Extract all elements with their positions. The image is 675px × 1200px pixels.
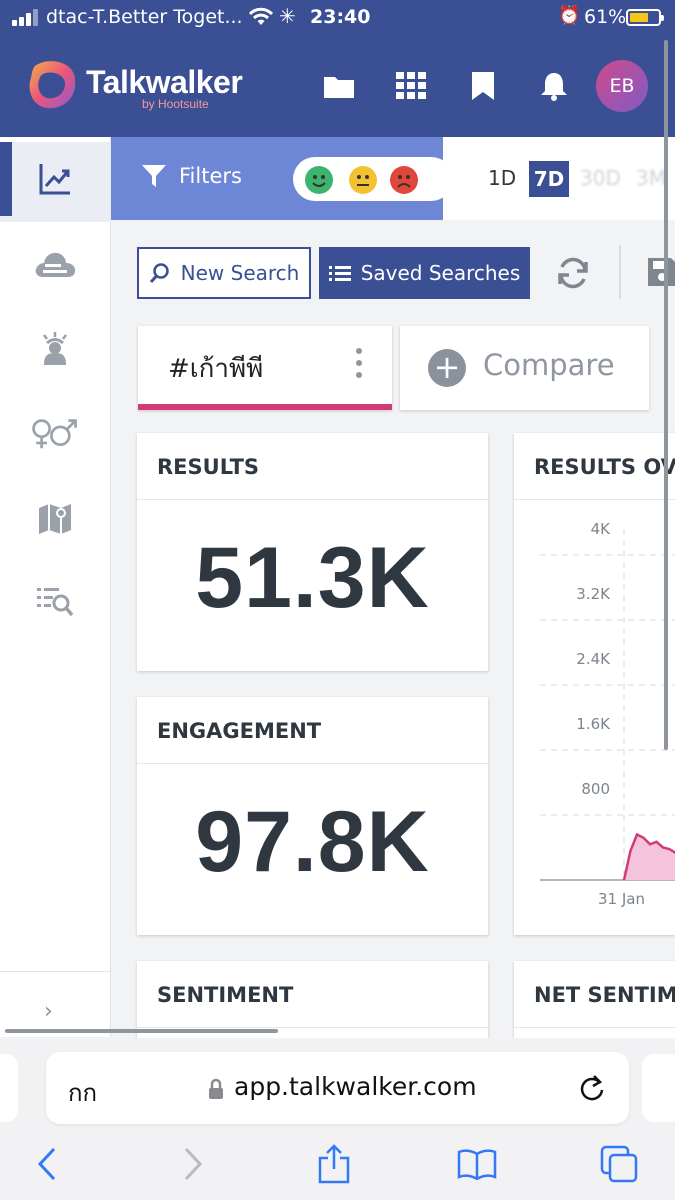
user-avatar[interactable]: EB	[596, 60, 648, 112]
influencer-icon[interactable]	[30, 327, 80, 371]
card-divider	[137, 763, 488, 764]
saved-searches-label: Saved Searches	[360, 261, 521, 285]
cellular-signal-icon	[12, 8, 40, 26]
query-tab[interactable]: #เก้าพีพี	[138, 326, 392, 410]
more-options-icon[interactable]	[356, 348, 364, 384]
x-tick-label: 31 Jan	[598, 890, 645, 908]
page-settings-button[interactable]: กก	[68, 1073, 97, 1112]
save-icon[interactable]	[647, 257, 675, 287]
battery-fill	[630, 13, 648, 22]
plus-icon: +	[428, 349, 466, 387]
positive-sentiment-icon[interactable]	[305, 166, 333, 194]
bell-icon[interactable]	[536, 69, 572, 103]
address-bar[interactable]: กก app.talkwalker.com	[46, 1052, 629, 1124]
sidebar-divider	[0, 971, 111, 972]
battery-percent: 61%	[584, 6, 627, 28]
lock-icon	[209, 1078, 223, 1099]
cloud-icon[interactable]	[30, 243, 80, 287]
forward-icon[interactable]	[173, 1144, 213, 1184]
results-value: 51.3K	[195, 530, 430, 626]
wifi-icon	[248, 7, 274, 25]
neutral-sentiment-icon[interactable]	[349, 166, 377, 194]
date-range-7d[interactable]: 7D	[529, 161, 569, 197]
bookmark-icon[interactable]	[465, 69, 501, 103]
funnel-icon	[142, 165, 166, 187]
previous-tab-preview[interactable]	[0, 1054, 18, 1122]
filters-button[interactable]: Filters	[141, 164, 242, 188]
new-search-label: New Search	[180, 261, 300, 285]
engagement-value: 97.8K	[195, 794, 430, 890]
tabs-icon[interactable]	[599, 1144, 639, 1184]
horizontal-scrollbar[interactable]	[5, 1029, 278, 1033]
y-tick-label: 3.2K	[576, 585, 610, 603]
trend-chart-icon[interactable]	[30, 157, 80, 201]
date-range-30d[interactable]: 30D	[580, 166, 621, 190]
results-search-icon[interactable]	[30, 580, 80, 624]
new-search-button[interactable]: New Search	[137, 247, 311, 299]
saved-searches-button[interactable]: Saved Searches	[319, 247, 530, 299]
sentiment-filter[interactable]	[293, 157, 453, 201]
net-sentiment-title: NET SENTIM	[534, 983, 675, 1007]
folder-icon[interactable]	[321, 69, 357, 103]
refresh-icon[interactable]	[555, 255, 591, 291]
status-bar: dtac-T.Better Toget... ✳ 23:40 ⏰ 61%	[0, 0, 675, 36]
left-sidebar: ›	[0, 137, 111, 1037]
list-icon	[328, 266, 351, 281]
negative-sentiment-icon[interactable]	[390, 166, 418, 194]
engagement-widget[interactable]: ENGAGEMENT 97.8K	[137, 697, 488, 935]
date-range-selector: 1D 7D 30D 3M	[443, 137, 675, 220]
compare-button[interactable]: + Compare	[400, 326, 649, 410]
card-divider	[137, 1027, 488, 1028]
query-tab-indicator	[138, 404, 392, 410]
results-over-time-widget[interactable]: RESULTS OV 4K 3.2K 2.4K 1.6K 800 31 Jan	[514, 433, 675, 935]
date-range-1d[interactable]: 1D	[488, 166, 516, 190]
sidebar-expand-chevron-icon[interactable]: ›	[44, 999, 53, 1024]
y-tick-label: 800	[581, 780, 610, 798]
browser-address-area: กก app.talkwalker.com	[0, 1038, 675, 1132]
alarm-icon: ⏰	[558, 5, 581, 26]
brand-name: Talkwalker	[86, 64, 243, 100]
y-tick-label: 1.6K	[576, 715, 610, 733]
engagement-title: ENGAGEMENT	[157, 719, 322, 743]
clock: 23:40	[310, 6, 371, 28]
card-divider	[137, 499, 488, 500]
browser-toolbar	[0, 1132, 675, 1200]
share-icon[interactable]	[314, 1144, 354, 1184]
toolbar-divider	[619, 245, 621, 299]
app-header: Talkwalker by Hootsuite EB	[0, 36, 675, 137]
series-area	[624, 834, 675, 880]
talkwalker-logo-icon[interactable]	[25, 58, 79, 112]
card-divider	[514, 1027, 675, 1028]
brand-subtitle: by Hootsuite	[142, 97, 209, 111]
y-tick-label: 4K	[590, 520, 610, 538]
sentiment-title: SENTIMENT	[157, 983, 294, 1007]
back-icon[interactable]	[27, 1144, 67, 1184]
query-tab-label: #เก้าพีพี	[168, 354, 264, 384]
compare-label: Compare	[483, 348, 615, 382]
date-range-3m[interactable]: 3M	[636, 166, 666, 190]
carrier-name: dtac-T.Better Toget...	[46, 6, 243, 28]
apps-grid-icon[interactable]	[393, 69, 429, 103]
reload-icon[interactable]	[578, 1072, 606, 1102]
results-widget[interactable]: RESULTS 51.3K	[137, 433, 488, 671]
results-over-time-chart	[540, 529, 675, 881]
activity-spinner-icon: ✳	[279, 4, 296, 28]
results-title: RESULTS	[157, 455, 260, 479]
filter-bar: Filters 1D 7D 30D 3M	[111, 137, 675, 220]
y-tick-label: 2.4K	[576, 650, 610, 668]
gender-icon[interactable]	[30, 412, 80, 456]
url-text: app.talkwalker.com	[234, 1072, 477, 1101]
bookmarks-icon[interactable]	[457, 1144, 497, 1184]
battery-icon	[626, 9, 664, 26]
search-icon	[149, 263, 169, 284]
next-tab-preview[interactable]	[642, 1054, 675, 1122]
vertical-scrollbar[interactable]	[664, 40, 668, 750]
filters-label: Filters	[179, 164, 242, 188]
map-icon[interactable]	[30, 497, 80, 541]
